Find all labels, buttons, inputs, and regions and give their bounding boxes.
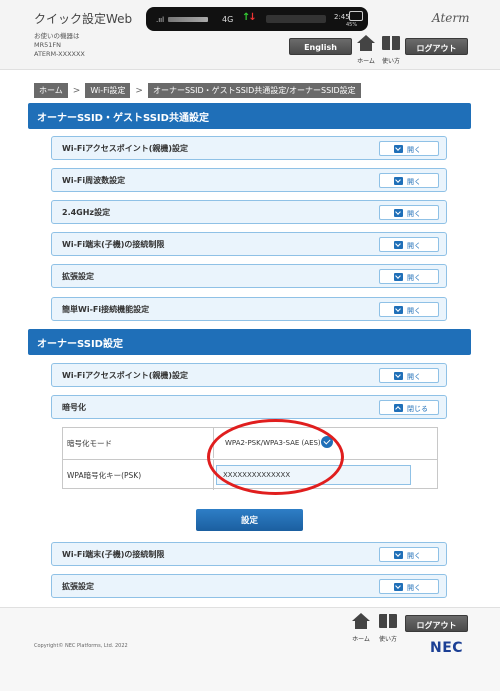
open-button[interactable]: 開く: [379, 173, 439, 188]
manual-label: 使い方: [381, 58, 400, 65]
manual-label: 使い方: [378, 636, 397, 643]
accordion-label: 暗号化: [62, 403, 86, 412]
open-button[interactable]: 開く: [379, 205, 439, 220]
open-button-label: 開く: [407, 373, 421, 381]
data-transfer-icon: ↑↓: [242, 12, 257, 23]
accordion-label: 拡張設定: [62, 272, 94, 281]
device-ssid: ATERM-XXXXXX: [34, 50, 85, 58]
footer-home-button[interactable]: ホーム: [350, 613, 372, 643]
chevron-down-icon: [394, 241, 403, 249]
english-button[interactable]: English: [289, 38, 352, 55]
manual-button[interactable]: 使い方: [380, 35, 402, 65]
set-button[interactable]: 設定: [196, 509, 303, 531]
open-button[interactable]: 開く: [379, 237, 439, 252]
accordion-wifi-frequency[interactable]: Wi-Fi周波数設定 開く: [51, 168, 447, 192]
signal-icon: .ııl: [156, 16, 165, 24]
footer: ホーム 使い方 ログアウト: [0, 607, 500, 691]
breadcrumb-wifi-settings[interactable]: Wi-Fi設定: [85, 83, 131, 98]
footer-manual-button[interactable]: 使い方: [377, 613, 399, 643]
close-button[interactable]: 閉じる: [379, 400, 439, 415]
open-button-label: 開く: [407, 178, 421, 186]
accordion-label: 拡張設定: [62, 582, 94, 591]
chevron-down-icon: [394, 551, 403, 559]
open-button-label: 開く: [407, 552, 421, 560]
accordion-label: 2.4GHz設定: [62, 208, 111, 217]
close-button-label: 閉じる: [407, 405, 428, 413]
chevron-down-icon: [394, 583, 403, 591]
signal-strength-bar: [168, 17, 208, 22]
section-common-title: オーナーSSID・ゲストSSID共通設定: [28, 103, 471, 129]
copyright: Copyright© NEC Platforms, Ltd. 2022: [34, 643, 128, 649]
device-model: MR51FN: [34, 41, 61, 49]
chevron-up-icon: [394, 404, 403, 412]
device-info: お使いの機器は MR51FN ATERM-XXXXXX: [34, 32, 85, 59]
breadcrumb: ホーム > Wi-Fi設定 > オーナーSSID・ゲストSSID共通設定/オーナ…: [34, 83, 361, 98]
battery-icon: [349, 11, 363, 21]
battery-percent: 45%: [346, 22, 358, 28]
accordion-label: Wi-Fi周波数設定: [62, 176, 126, 185]
nec-logo: NEC: [430, 640, 464, 656]
open-button[interactable]: 開く: [379, 368, 439, 383]
chevron-down-icon: [394, 177, 403, 185]
breadcrumb-separator: >: [72, 85, 81, 96]
open-button[interactable]: 開く: [379, 579, 439, 594]
accordion-label: Wi-Fiアクセスポイント(親機)設定: [62, 371, 189, 380]
accordion-label: Wi-Fiアクセスポイント(親機)設定: [62, 144, 189, 153]
open-button[interactable]: 開く: [379, 302, 439, 317]
accordion-easy-wifi[interactable]: 簡単Wi-Fi接続機能設定 開く: [51, 297, 447, 321]
chevron-down-icon: [394, 145, 403, 153]
accordion-label: Wi-Fi端末(子機)の接続制限: [62, 240, 165, 249]
chevron-down-icon: [394, 273, 403, 281]
network-type: 4G: [222, 15, 234, 24]
highlight-ring: [207, 419, 344, 495]
psk-label: WPA暗号化キー(PSK): [67, 471, 142, 480]
breadcrumb-home[interactable]: ホーム: [34, 83, 68, 98]
home-icon: [352, 613, 370, 629]
accordion-encryption[interactable]: 暗号化 閉じる: [51, 395, 447, 419]
open-button[interactable]: 開く: [379, 547, 439, 562]
home-label: ホーム: [352, 636, 370, 643]
status-time: 2:45: [334, 13, 350, 21]
device-status-bar: .ııl 4G ↑↓ 2:45 45%: [146, 7, 368, 31]
open-button[interactable]: 開く: [379, 269, 439, 284]
open-button-label: 開く: [407, 146, 421, 154]
header: クイック設定Web お使いの機器は MR51FN ATERM-XXXXXX .ı…: [0, 0, 500, 70]
accordion-connection-limit[interactable]: Wi-Fi端末(子機)の接続制限 開く: [51, 232, 447, 256]
chevron-down-icon: [394, 306, 403, 314]
open-button[interactable]: 開く: [379, 141, 439, 156]
chevron-down-icon: [394, 372, 403, 380]
breadcrumb-separator: >: [135, 85, 143, 96]
brand-logo: Aterm: [432, 11, 470, 25]
accordion-owner-connection-limit[interactable]: Wi-Fi端末(子機)の接続制限 開く: [51, 542, 447, 566]
accordion-extended[interactable]: 拡張設定 開く: [51, 264, 447, 288]
section-owner-title: オーナーSSID設定: [28, 329, 471, 355]
chevron-down-icon: [394, 209, 403, 217]
open-button-label: 開く: [407, 242, 421, 250]
home-label: ホーム: [357, 58, 375, 65]
breadcrumb-current: オーナーSSID・ゲストSSID共通設定/オーナーSSID設定: [147, 83, 361, 98]
encryption-mode-label: 暗号化モード: [67, 439, 112, 448]
book-icon: [379, 613, 397, 629]
status-blank: [266, 15, 326, 23]
app-title: クイック設定Web: [34, 12, 133, 26]
accordion-owner-extended[interactable]: 拡張設定 開く: [51, 574, 447, 598]
open-button-label: 開く: [407, 274, 421, 282]
open-button-label: 開く: [407, 210, 421, 218]
accordion-label: Wi-Fi端末(子機)の接続制限: [62, 550, 165, 559]
accordion-label: 簡単Wi-Fi接続機能設定: [62, 305, 150, 314]
footer-logout-button[interactable]: ログアウト: [405, 615, 468, 632]
open-button-label: 開く: [407, 307, 421, 315]
home-icon: [357, 35, 375, 51]
device-info-line: お使いの機器は: [34, 32, 80, 40]
home-button[interactable]: ホーム: [355, 35, 377, 65]
accordion-owner-wifi-ap[interactable]: Wi-Fiアクセスポイント(親機)設定 開く: [51, 363, 447, 387]
logout-button[interactable]: ログアウト: [405, 38, 468, 55]
book-icon: [382, 35, 400, 51]
open-button-label: 開く: [407, 584, 421, 592]
accordion-wifi-ap[interactable]: Wi-Fiアクセスポイント(親機)設定 開く: [51, 136, 447, 160]
accordion-24ghz[interactable]: 2.4GHz設定 開く: [51, 200, 447, 224]
